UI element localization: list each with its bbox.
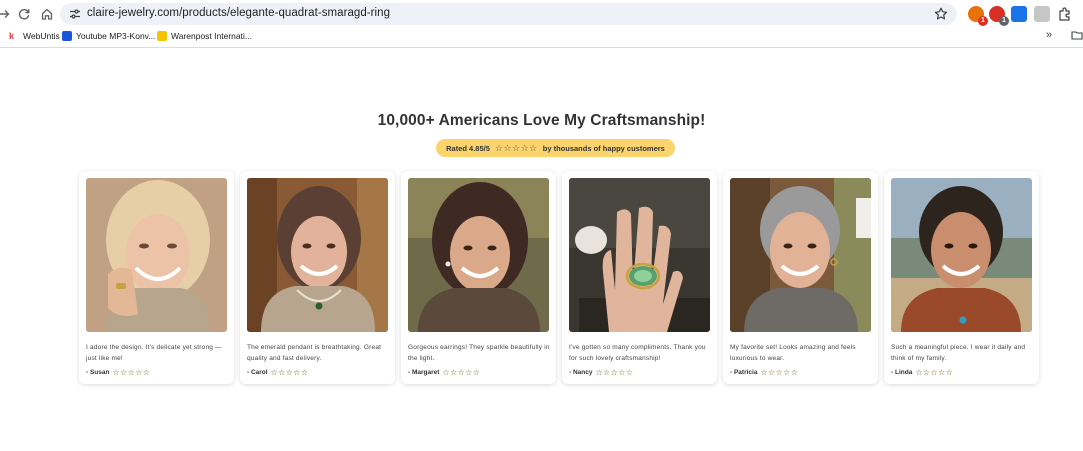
extension-1-icon[interactable]: 1 — [968, 6, 988, 26]
star-rating-icon: ☆☆☆☆☆ — [595, 368, 634, 377]
extension-4-icon[interactable] — [1034, 6, 1050, 22]
bookmark-youtube-mp3[interactable]: Youtube MP3-Konv... — [62, 31, 155, 41]
testimonial-card: My favorite set! Looks amazing and feels… — [723, 171, 878, 384]
rating-suffix: by thousands of happy customers — [542, 143, 665, 153]
extension-badge: 1 — [978, 16, 988, 26]
testimonials-grid: I adore the design. It's delicate yet st… — [79, 171, 1041, 385]
customer-name: - Nancy — [569, 369, 593, 376]
testimonial-card: Such a meaningful piece. I wear it daily… — [884, 171, 1039, 384]
customer-photo — [86, 178, 227, 332]
rating-prefix: Rated 4.85/5 — [446, 143, 490, 153]
star-rating-icon: ☆☆☆☆☆ — [442, 368, 481, 377]
translate-extension-icon[interactable] — [1011, 6, 1027, 22]
star-rating-icon: ☆☆☆☆☆ — [270, 368, 309, 377]
testimonial-quote: My favorite set! Looks amazing and feels… — [730, 344, 856, 362]
reload-icon[interactable] — [14, 4, 34, 24]
testimonial-quote: The emerald pendant is breathtaking. Gre… — [247, 344, 382, 362]
address-bar[interactable]: claire-jewelry.com/products/elegante-qua… — [60, 3, 957, 25]
bookmark-label: WebUntis — [23, 31, 60, 41]
customer-photo — [569, 178, 710, 332]
testimonial-signature: - Patricia ☆☆☆☆☆ — [730, 368, 798, 377]
customer-name: - Susan — [86, 369, 110, 376]
browser-toolbar: claire-jewelry.com/products/elegante-qua… — [0, 0, 1083, 28]
testimonial-signature: - Margaret ☆☆☆☆☆ — [408, 368, 480, 377]
bookmark-label: Warenpost Internati... — [171, 31, 252, 41]
testimonial-quote: Gorgeous earrings! They sparkle beautifu… — [408, 344, 550, 362]
folder-icon[interactable] — [1071, 29, 1083, 41]
webuntis-icon: k — [9, 31, 15, 41]
extensions-puzzle-icon[interactable] — [1057, 6, 1073, 22]
more-bookmarks-chevron-icon[interactable]: » — [1046, 29, 1052, 41]
extension-2-icon[interactable]: 1 — [989, 6, 1009, 26]
page-title: 10,000+ Americans Love My Craftsmanship! — [377, 112, 706, 129]
star-rating-icon: ☆☆☆☆☆ — [915, 368, 954, 377]
testimonial-signature: - Carol ☆☆☆☆☆ — [247, 368, 308, 377]
testimonial-card: The emerald pendant is breathtaking. Gre… — [240, 171, 395, 384]
testimonial-quote: I adore the design. It's delicate yet st… — [86, 344, 222, 362]
testimonial-quote: I've gotten so many compliments. Thank y… — [569, 344, 706, 362]
rating-stars-icon: ☆☆☆☆☆ — [494, 142, 538, 153]
customer-photo — [408, 178, 549, 332]
testimonial-signature: - Linda ☆☆☆☆☆ — [891, 368, 953, 377]
rating-badge: Rated 4.85/5 ☆☆☆☆☆ by thousands of happy… — [436, 139, 675, 157]
customer-name: - Margaret — [408, 369, 440, 376]
customer-photo — [730, 178, 871, 332]
customer-photo — [247, 178, 388, 332]
bookmark-webuntis[interactable]: k WebUntis — [9, 31, 60, 41]
bookmark-warenpost[interactable]: Warenpost Internati... — [157, 31, 252, 41]
star-rating-icon: ☆☆☆☆☆ — [760, 368, 799, 377]
customer-photo — [891, 178, 1032, 332]
home-icon[interactable] — [37, 4, 57, 24]
url-text[interactable]: claire-jewelry.com/products/elegante-qua… — [87, 7, 390, 19]
forward-arrow-icon[interactable] — [0, 4, 14, 24]
customer-name: - Carol — [247, 369, 268, 376]
testimonial-signature: - Nancy ☆☆☆☆☆ — [569, 368, 633, 377]
post-icon — [157, 31, 167, 41]
extension-badge: 1 — [999, 16, 1009, 26]
testimonial-card: I've gotten so many compliments. Thank y… — [562, 171, 717, 384]
star-rating-icon: ☆☆☆☆☆ — [112, 368, 151, 377]
site-info-icon[interactable] — [68, 7, 82, 21]
bookmarks-bar: k WebUntis Youtube MP3-Konv... Warenpost… — [0, 28, 1083, 48]
bookmark-label: Youtube MP3-Konv... — [76, 31, 156, 41]
customer-name: - Patricia — [730, 369, 758, 376]
testimonial-signature: - Susan ☆☆☆☆☆ — [86, 368, 150, 377]
testimonial-card: I adore the design. It's delicate yet st… — [79, 171, 234, 384]
testimonial-quote: Such a meaningful piece. I wear it daily… — [891, 344, 1026, 362]
customer-name: - Linda — [891, 369, 913, 376]
testimonial-card: Gorgeous earrings! They sparkle beautifu… — [401, 171, 556, 384]
bookmark-star-icon[interactable] — [933, 6, 949, 22]
youtube-icon — [62, 31, 72, 41]
